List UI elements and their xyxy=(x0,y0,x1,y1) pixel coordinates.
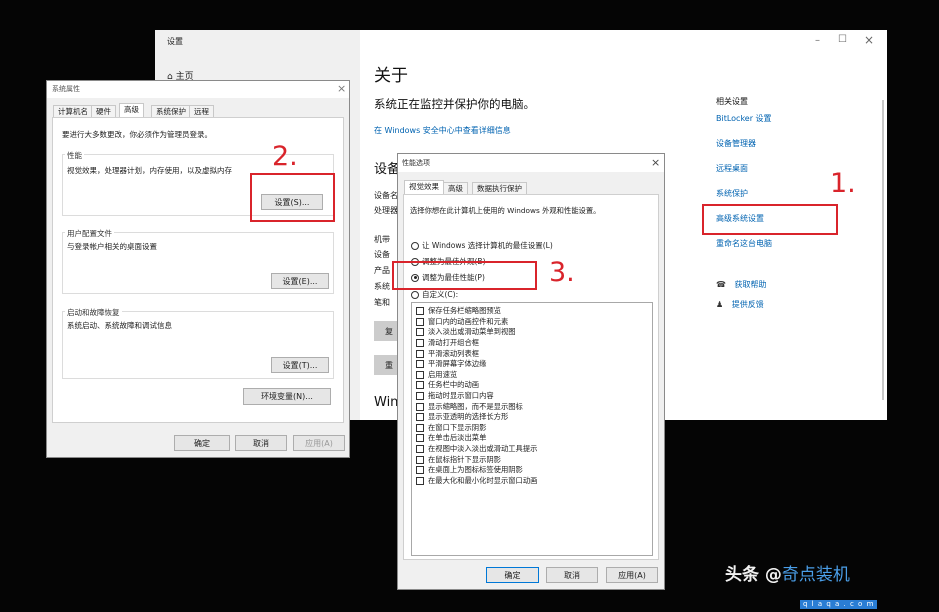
watermark-url: q l a q a . c o m xyxy=(800,600,878,609)
perf-dialog-close-button[interactable]: × xyxy=(651,157,660,168)
dialog-close-button[interactable]: × xyxy=(337,83,346,94)
startup-recovery-group: 启动和故障恢复 系统启动、系统故障和调试信息 设置(T)... xyxy=(62,307,334,379)
list-item[interactable]: 在单击后淡出菜单 xyxy=(416,433,652,444)
perf-cancel-button[interactable]: 取消 xyxy=(546,567,598,583)
list-item[interactable]: 滑动打开组合框 xyxy=(416,338,652,349)
admin-note: 要进行大多数更改，你必须作为管理员登录。 xyxy=(62,130,212,139)
dialog-apply-button[interactable]: 应用(A) xyxy=(293,435,345,451)
watermark-text: 头条 @奇点装机 xyxy=(725,565,850,585)
list-item[interactable]: 平滑屏幕字体边缘 xyxy=(416,359,652,370)
list-item[interactable]: 窗口内的动画控件和元素 xyxy=(416,317,652,328)
system-properties-dialog: 系统属性 × 计算机名 硬件 高级 系统保护 远程 要进行大多数更改，你必须作为… xyxy=(46,80,350,458)
spec-label: 设备名 xyxy=(374,191,398,200)
spec-label: 机带 xyxy=(374,235,390,244)
dialog-titlebar xyxy=(47,81,349,98)
get-help-link[interactable]: ☎ 获取帮助 xyxy=(716,281,767,289)
environment-variables-button[interactable]: 环境变量(N)... xyxy=(243,388,331,405)
perf-dialog-title: 性能选项 xyxy=(402,159,430,167)
list-item[interactable]: 拖动时显示窗口内容 xyxy=(416,391,652,402)
list-item[interactable]: 淡入淡出或滑动菜单到视图 xyxy=(416,327,652,338)
rename-pc-link[interactable]: 重命名这台电脑 xyxy=(716,240,772,248)
dialog-cancel-button[interactable]: 取消 xyxy=(235,435,287,451)
list-item[interactable]: 显示亚透明的选择长方形 xyxy=(416,412,652,423)
startup-recovery-description: 系统启动、系统故障和调试信息 xyxy=(67,321,172,330)
dialog-title: 系统属性 xyxy=(52,85,80,93)
spec-label: 笔和 xyxy=(374,298,390,307)
spec-label: 设备 xyxy=(374,250,390,259)
highlight-best-performance xyxy=(392,261,537,290)
radio-let-windows-choose[interactable]: 让 Windows 选择计算机的最佳设置(L) xyxy=(411,240,553,251)
radio-custom[interactable]: 自定义(C): xyxy=(411,289,458,300)
scrollbar[interactable] xyxy=(882,100,884,400)
list-item[interactable]: 在最大化和最小化时显示窗口动画 xyxy=(416,476,652,487)
tab-panel: 要进行大多数更改，你必须作为管理员登录。 性能 视觉效果，处理器计划，内存使用，… xyxy=(52,117,344,423)
startup-recovery-settings-button[interactable]: 设置(T)... xyxy=(271,357,329,373)
list-item[interactable]: 显示缩略图，而不是显示图标 xyxy=(416,401,652,412)
device-manager-link[interactable]: 设备管理器 xyxy=(716,140,756,148)
page-title: 关于 xyxy=(374,66,408,86)
step-3-label: 3. xyxy=(549,257,575,288)
perf-apply-button[interactable]: 应用(A) xyxy=(606,567,658,583)
perf-tab-panel: 选择你想在此计算机上使用的 Windows 外观和性能设置。 让 Windows… xyxy=(403,194,659,560)
list-item[interactable]: 启用速览 xyxy=(416,370,652,381)
perf-instruction: 选择你想在此计算机上使用的 Windows 外观和性能设置。 xyxy=(410,206,601,215)
visual-effects-list[interactable]: 保存任务栏缩略图预览 窗口内的动画控件和元素 淡入淡出或滑动菜单到视图 滑动打开… xyxy=(411,302,653,556)
feedback-icon: ♟ xyxy=(716,300,724,309)
perf-dialog-titlebar xyxy=(398,154,664,172)
security-center-link[interactable]: 在 Windows 安全中心中查看详细信息 xyxy=(374,127,511,135)
bitlocker-link[interactable]: BitLocker 设置 xyxy=(716,115,772,123)
related-settings-heading: 相关设置 xyxy=(716,97,748,106)
maximize-button[interactable]: ☐ xyxy=(838,35,847,45)
spec-label: 产品 xyxy=(374,266,390,275)
feedback-link[interactable]: ♟ 提供反馈 xyxy=(716,301,764,309)
protect-status-text: 系统正在监控并保护你的电脑。 xyxy=(374,97,535,111)
highlight-performance-settings xyxy=(250,173,335,222)
step-2-label: 2. xyxy=(272,141,298,172)
list-item[interactable]: 平滑滚动列表框 xyxy=(416,348,652,359)
settings-window-title: 设置 xyxy=(167,37,183,46)
list-item[interactable]: 任务栏中的动画 xyxy=(416,380,652,391)
step-1-label: 1. xyxy=(830,168,856,199)
list-item[interactable]: 保存任务栏缩略图预览 xyxy=(416,306,652,317)
user-profiles-description: 与登录帐户相关的桌面设置 xyxy=(67,242,157,251)
highlight-advanced-settings xyxy=(702,204,838,235)
spec-label: 系统 xyxy=(374,282,390,291)
performance-options-dialog: 性能选项 × 视觉效果 高级 数据执行保护 选择你想在此计算机上使用的 Wind… xyxy=(397,153,665,590)
list-item[interactable]: 在桌面上为图标标签使用阴影 xyxy=(416,465,652,476)
user-profiles-settings-button[interactable]: 设置(E)... xyxy=(271,273,329,289)
perf-ok-button[interactable]: 确定 xyxy=(486,567,539,583)
help-icon: ☎ xyxy=(716,280,726,289)
close-button[interactable]: × xyxy=(864,34,874,46)
list-item[interactable]: 在窗口下显示阴影 xyxy=(416,423,652,434)
spec-label: 处理器 xyxy=(374,206,398,215)
performance-description: 视觉效果，处理器计划，内存使用，以及虚拟内存 xyxy=(67,166,232,175)
list-item[interactable]: 在视图中淡入淡出或滑动工具提示 xyxy=(416,444,652,455)
dialog-ok-button[interactable]: 确定 xyxy=(174,435,230,451)
windows-spec-heading: Win xyxy=(374,395,399,410)
list-item[interactable]: 在鼠标指针下显示阴影 xyxy=(416,454,652,465)
system-protection-link[interactable]: 系统保护 xyxy=(716,190,748,198)
remote-desktop-link[interactable]: 远程桌面 xyxy=(716,165,748,173)
user-profiles-group: 用户配置文件 与登录帐户相关的桌面设置 设置(E)... xyxy=(62,228,334,294)
minimize-button[interactable]: – xyxy=(815,36,820,46)
